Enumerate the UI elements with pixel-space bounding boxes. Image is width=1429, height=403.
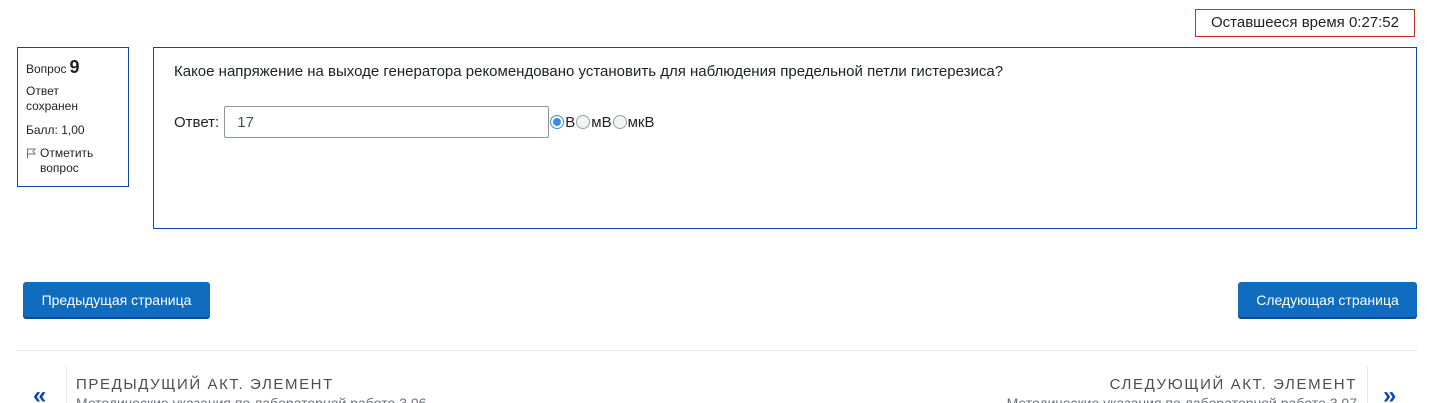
next-activity-heading: СЛЕДУЮЩИЙ АКТ. ЭЛЕМЕНТ [1109,376,1357,393]
flag-label-line1: Отметить [40,146,94,160]
question-grade: Балл: 1,00 [26,123,85,137]
answer-label: Ответ: [174,113,220,131]
divider [17,350,1417,351]
previous-activity-arrow-icon[interactable]: « [33,382,46,403]
next-activity-title: Методические указания по лабораторной ра… [1006,395,1357,403]
flag-question-link[interactable]: Отметить вопрос [26,146,120,176]
unit-option-mv[interactable]: мВ [576,113,612,131]
question-number-value: 9 [69,57,80,77]
unit-radio-v[interactable] [550,115,565,129]
question-state: Ответ сохранен [26,84,120,114]
answer-input[interactable] [224,106,550,138]
previous-page-button[interactable]: Предыдущая страница [23,282,210,317]
question-number-label: Вопрос [26,62,67,76]
activity-separator-left [66,366,67,403]
question-number: Вопрос 9 [26,57,120,78]
activity-separator-right [1367,366,1368,403]
unit-label-mv: мВ [591,113,612,131]
unit-radio-mv[interactable] [576,115,591,129]
unit-option-mkv[interactable]: мкВ [612,113,655,131]
time-remaining: Оставшееся время 0:27:52 [1195,9,1415,37]
flag-label-line2: вопрос [40,161,79,175]
next-activity-link[interactable]: СЛЕДУЮЩИЙ АКТ. ЭЛЕМЕНТ Методические указ… [1007,376,1357,403]
question-state-line2: сохранен [26,99,78,113]
question-content: Какое напряжение на выходе генератора ре… [153,47,1417,229]
question-text: Какое напряжение на выходе генератора ре… [174,63,1004,80]
quiz-page: Оставшееся время 0:27:52 Вопрос 9 Ответ … [0,0,1429,403]
flag-icon [27,148,37,159]
question-state-line1: Ответ [26,84,59,98]
previous-activity-heading: ПРЕДЫДУЩИЙ АКТ. ЭЛЕМЕНТ [76,376,334,393]
unit-label-v: В [565,113,576,131]
next-activity-arrow-icon[interactable]: » [1383,382,1396,403]
previous-activity-link[interactable]: ПРЕДЫДУЩИЙ АКТ. ЭЛЕМЕНТ Методические ука… [76,376,426,403]
previous-activity-title: Методические указания по лабораторной ра… [76,395,427,403]
unit-option-v[interactable]: В [550,114,575,131]
question-info-box: Вопрос 9 Ответ сохранен Балл: 1,00 Отмет… [17,47,129,187]
answer-row: Ответ: В мВ мкВ [174,106,1396,138]
next-page-button[interactable]: Следующая страница [1238,282,1417,317]
unit-radio-mkv[interactable] [612,115,627,129]
unit-label-mkv: мкВ [627,113,655,131]
